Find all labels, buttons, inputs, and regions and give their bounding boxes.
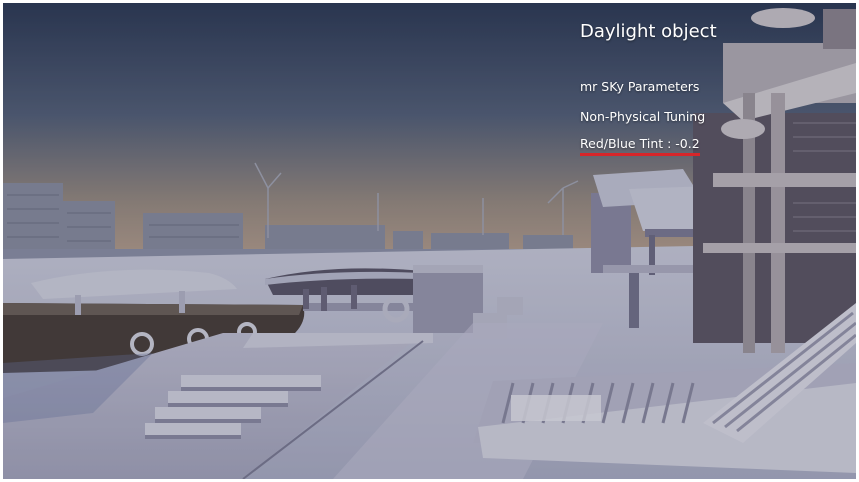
- daylight-object-title: Daylight object: [580, 21, 717, 42]
- harbor-scene-render: [3, 3, 856, 479]
- red-blue-tint-value: Red/Blue Tint : -0.2: [580, 136, 700, 156]
- non-physical-tuning-label: Non-Physical Tuning: [580, 109, 706, 124]
- render-viewport: Daylight object mr SKy Parameters Non-Ph…: [3, 3, 856, 479]
- mr-sky-parameters-label: mr SKy Parameters: [580, 79, 700, 94]
